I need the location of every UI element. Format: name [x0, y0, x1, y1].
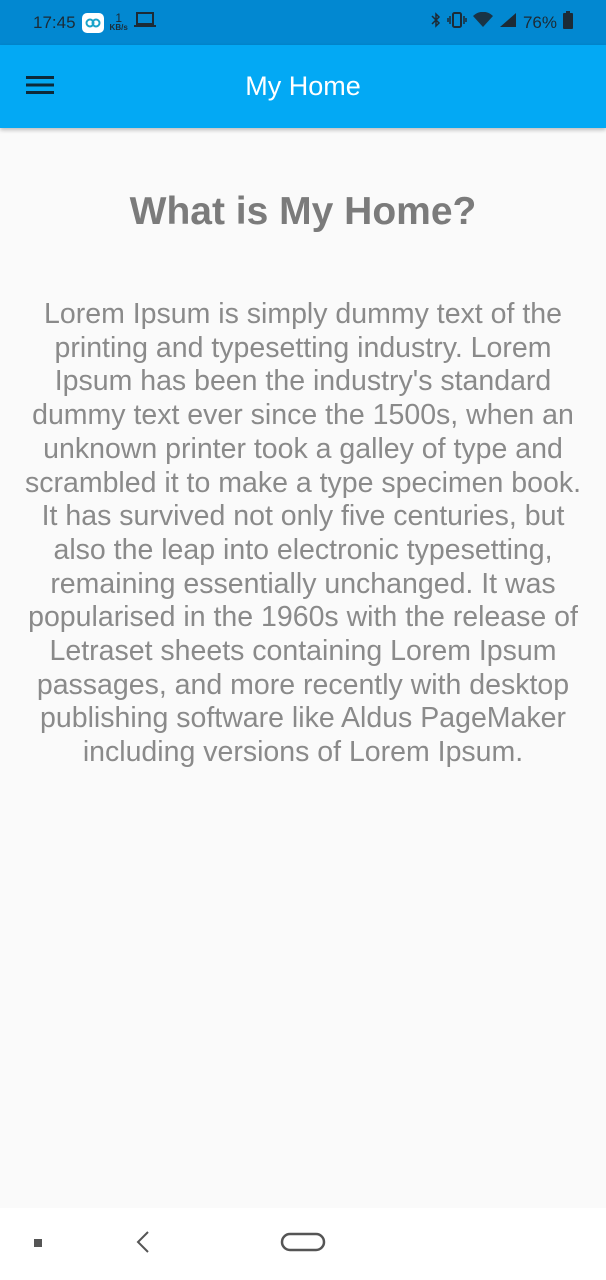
page-body-text: Lorem Ipsum is simply dummy text of the …	[24, 298, 581, 769]
status-bar-left: 17:45 1 KB/s	[33, 12, 156, 33]
home-button[interactable]	[273, 1228, 333, 1260]
wifi-icon	[472, 11, 493, 33]
app-title: My Home	[245, 71, 361, 101]
vibrate-icon	[447, 12, 467, 33]
recents-button[interactable]	[8, 1228, 68, 1260]
page-heading: What is My Home?	[129, 190, 477, 233]
home-icon	[280, 1232, 326, 1257]
signal-icon	[499, 12, 517, 33]
hamburger-menu-icon	[26, 75, 54, 100]
navigation-bar	[0, 1208, 606, 1280]
status-time: 17:45	[33, 12, 76, 32]
back-icon	[135, 1230, 151, 1259]
recents-icon	[33, 1235, 43, 1253]
status-bar: 17:45 1 KB/s 76%	[0, 0, 606, 45]
back-button[interactable]	[113, 1228, 173, 1260]
status-bar-right: 76%	[431, 11, 573, 34]
app-bar: My Home	[0, 45, 606, 128]
battery-percent: 76%	[522, 12, 557, 32]
battery-icon	[563, 11, 573, 34]
main-content: What is My Home? Lorem Ipsum is simply d…	[0, 128, 606, 1208]
app-notification-icon	[81, 12, 104, 33]
laptop-icon	[133, 12, 156, 33]
network-speed-value: 1	[115, 10, 122, 25]
bluetooth-icon	[431, 12, 441, 33]
network-speed-unit: KB/s	[109, 22, 128, 32]
network-speed: 1 KB/s	[109, 10, 128, 32]
menu-button[interactable]	[22, 69, 58, 105]
